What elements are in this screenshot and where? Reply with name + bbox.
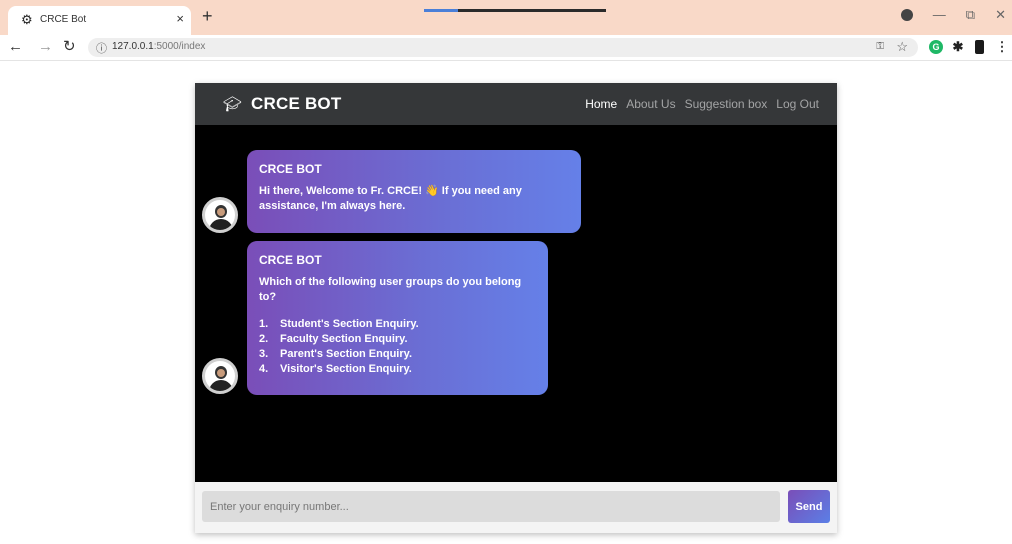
nav-about-us[interactable]: About Us: [626, 97, 675, 111]
window-drag-strip-accent: [424, 9, 458, 12]
browser-tab[interactable]: ⚙ CRCE Bot ×: [8, 6, 191, 35]
reload-icon[interactable]: ↻: [63, 38, 76, 56]
brand[interactable]: 🎓︎ CRCE BOT: [223, 94, 341, 114]
chat-input-bar: Send: [195, 482, 837, 533]
bot-message: CRCE BOT Hi there, Welcome to Fr. CRCE! …: [247, 150, 581, 233]
brand-name: CRCE BOT: [251, 94, 342, 113]
bookmark-star-icon[interactable]: ☆: [896, 39, 908, 55]
options-list: 1. Student's Section Enquiry. 2. Faculty S…: [259, 317, 536, 377]
send-button[interactable]: Send: [788, 490, 830, 523]
info-icon[interactable]: ⓘ: [96, 40, 107, 56]
enquiry-input[interactable]: [202, 491, 780, 522]
key-icon[interactable]: ⚿: [876, 41, 884, 52]
bot-avatar: [202, 197, 238, 233]
maximize-icon[interactable]: ⧉: [966, 7, 975, 23]
new-tab-button[interactable]: +: [202, 7, 213, 25]
grammarly-extension-icon[interactable]: G: [929, 40, 943, 54]
chat-header: 🎓︎ CRCE BOT Home About Us Suggestion box…: [195, 83, 837, 125]
message-sender: CRCE BOT: [259, 162, 322, 176]
nav-home[interactable]: Home: [585, 97, 617, 111]
battery-extension-icon[interactable]: [975, 40, 984, 54]
tab-close-icon[interactable]: ×: [176, 11, 184, 26]
message-sender: CRCE BOT: [259, 253, 322, 267]
minimize-icon[interactable]: —: [933, 7, 946, 23]
window-controls: — ⧉ ✕: [900, 7, 1006, 23]
back-arrow-icon[interactable]: ←: [8, 38, 23, 56]
list-item: 1. Student's Section Enquiry.: [259, 318, 419, 330]
robot-favicon-icon: ⚙: [21, 12, 33, 27]
forward-arrow-icon[interactable]: →: [38, 38, 53, 56]
message-text: Hi there, Welcome to Fr. CRCE! 👋 If you …: [259, 185, 522, 212]
nav-log-out[interactable]: Log Out: [776, 97, 819, 111]
chat-messages[interactable]: CRCE BOT Hi there, Welcome to Fr. CRCE! …: [195, 125, 837, 482]
list-item: 4. Visitor's Section Enquiry.: [259, 363, 412, 375]
browser-tab-bar: ⚙ CRCE Bot × + — ⧉ ✕: [0, 0, 1012, 35]
close-window-icon[interactable]: ✕: [995, 7, 1006, 23]
puzzle-extension-icon[interactable]: ✱: [951, 40, 965, 54]
tab-title: CRCE Bot: [40, 14, 87, 25]
profile-icon[interactable]: [900, 9, 913, 21]
browser-toolbar: ← → ↻ ⓘ 127.0.0.1:5000/index ⚿ ☆ G ✱ ⋮: [0, 35, 1012, 61]
chat-window: 🎓︎ CRCE BOT Home About Us Suggestion box…: [195, 83, 837, 533]
menu-kebab-icon[interactable]: ⋮: [995, 40, 1009, 54]
url-text: 127.0.0.1:5000/index: [112, 41, 206, 52]
bot-message: CRCE BOT Which of the following user gro…: [247, 241, 548, 395]
list-item: 3. Parent's Section Enquiry.: [259, 348, 412, 360]
address-bar[interactable]: ⓘ 127.0.0.1:5000/index ⚿ ☆: [88, 38, 918, 57]
top-nav: Home About Us Suggestion box Log Out: [585, 97, 819, 111]
message-text: Which of the following user groups do yo…: [259, 276, 522, 303]
nav-suggestion-box[interactable]: Suggestion box: [685, 97, 768, 111]
list-item: 2. Faculty Section Enquiry.: [259, 333, 408, 345]
graduation-cap-icon: 🎓︎: [223, 96, 243, 113]
bot-avatar: [202, 358, 238, 394]
